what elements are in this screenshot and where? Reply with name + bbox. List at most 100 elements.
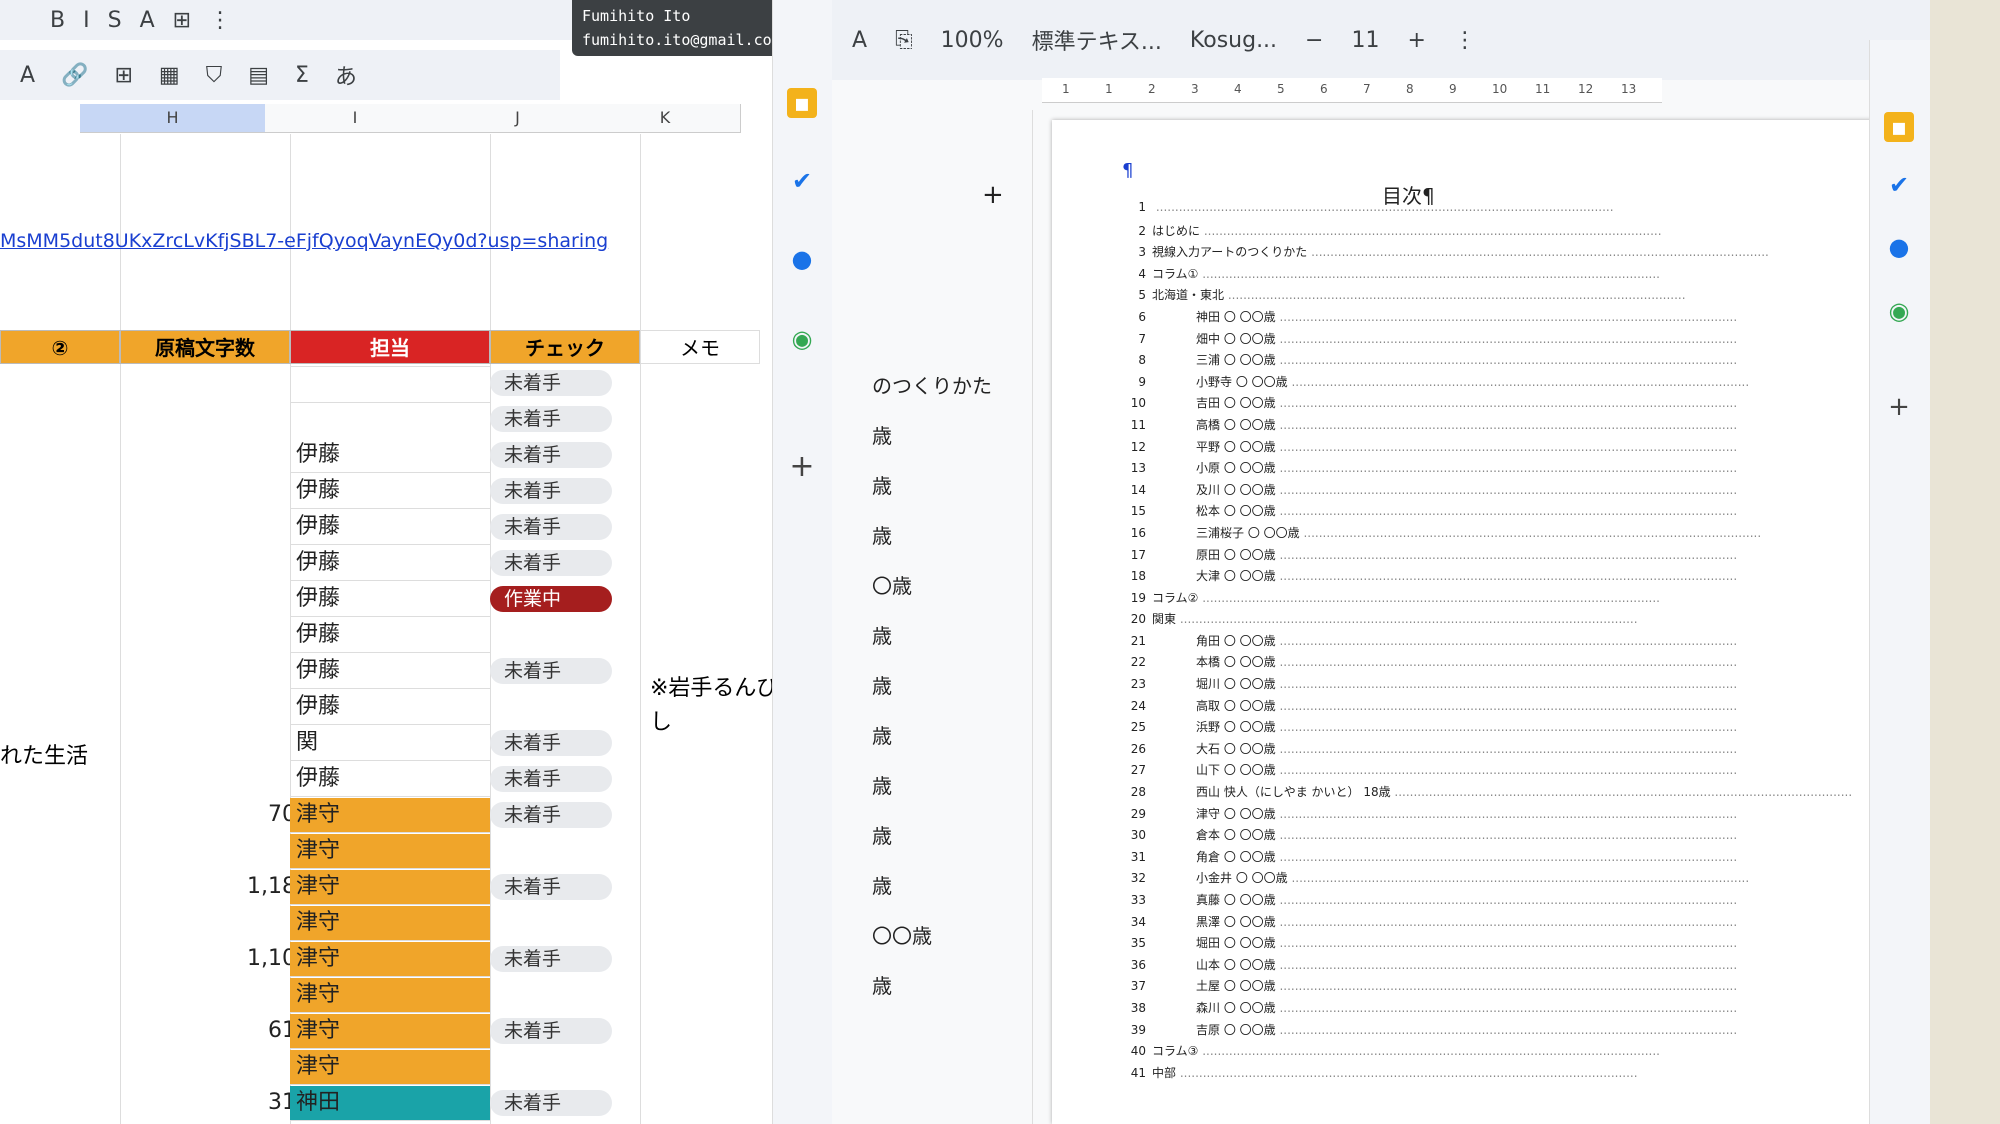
toc-entry[interactable]: 24 高取 〇 〇〇歳 .............................… — [1112, 697, 1872, 719]
docs-tool-8[interactable]: ⋮ — [1454, 28, 1476, 53]
status-dropdown[interactable]: 未着手 — [490, 370, 612, 396]
maps-icon[interactable]: ◉ — [787, 324, 817, 354]
row-owner[interactable]: 神田 — [290, 1086, 490, 1121]
toc-entry[interactable]: 15 松本 〇 〇〇歳 .............................… — [1112, 502, 1872, 524]
row-owner[interactable] — [290, 402, 490, 403]
toc-entry[interactable]: 11 高橋 〇 〇〇歳 .............................… — [1112, 416, 1872, 438]
row-owner[interactable]: 伊藤 — [290, 582, 490, 617]
row-owner[interactable] — [290, 366, 490, 367]
sheets-tool-0[interactable]: B — [50, 8, 65, 33]
status-dropdown[interactable]: 未着手 — [490, 658, 612, 684]
status-dropdown[interactable]: 未着手 — [490, 1018, 612, 1044]
row-chars-value[interactable]: 1,189 — [120, 870, 310, 904]
toc-entry[interactable]: 40 コラム③ .................................… — [1112, 1042, 1872, 1064]
column-header-j[interactable]: J — [445, 104, 591, 133]
contacts-icon[interactable]: ● — [787, 244, 817, 274]
toc-entry[interactable]: 35 堀田 〇 〇〇歳 .............................… — [1112, 934, 1872, 956]
row-owner[interactable]: 津守 — [290, 978, 490, 1013]
row-owner[interactable]: 伊藤 — [290, 438, 490, 473]
row-owner[interactable]: 津守 — [290, 834, 490, 869]
toc-entry[interactable]: 36 山本 〇 〇〇歳 .............................… — [1112, 956, 1872, 978]
toc-entry[interactable]: 25 浜野 〇 〇〇歳 .............................… — [1112, 718, 1872, 740]
outline-item[interactable]: 歳 — [872, 670, 892, 699]
toc-entry[interactable]: 2 はじめに ..................................… — [1112, 222, 1872, 244]
sheets-tool-3[interactable]: A — [140, 8, 155, 33]
column-header-k[interactable]: K — [590, 104, 741, 133]
row-owner[interactable]: 津守 — [290, 906, 490, 941]
toc-entry[interactable]: 5 北海道・東北 ................................… — [1112, 286, 1872, 308]
toc-entry[interactable]: 9 小野寺 〇 〇〇歳 .............................… — [1112, 373, 1872, 395]
status-dropdown[interactable]: 未着手 — [490, 550, 612, 576]
sheets-tool2-3[interactable]: ▦ — [159, 63, 180, 88]
outline-item[interactable]: 歳 — [872, 620, 892, 649]
toc-entry[interactable]: 7 畑中 〇 〇〇歳 ..............................… — [1112, 330, 1872, 352]
status-dropdown[interactable]: 未着手 — [490, 514, 612, 540]
toc-entry[interactable]: 16 三浦桜子 〇 〇〇歳 ...........................… — [1112, 524, 1872, 546]
status-dropdown[interactable]: 作業中 — [490, 586, 612, 612]
docs-tool-2[interactable]: 100% — [941, 28, 1004, 53]
status-dropdown[interactable]: 未着手 — [490, 1090, 612, 1116]
outline-item[interactable]: 〇歳 — [872, 570, 912, 599]
toc-entry[interactable]: 34 黒澤 〇 〇〇歳 .............................… — [1112, 913, 1872, 935]
toc-entry[interactable]: 41 中部 ...................................… — [1112, 1064, 1872, 1086]
toc-entry[interactable]: 10 吉田 〇 〇〇歳 .............................… — [1112, 394, 1872, 416]
status-dropdown[interactable]: 未着手 — [490, 730, 612, 756]
row-owner[interactable]: 津守 — [290, 798, 490, 833]
row-owner[interactable]: 伊藤 — [290, 654, 490, 689]
status-dropdown[interactable]: 未着手 — [490, 766, 612, 792]
status-dropdown[interactable]: 未着手 — [490, 946, 612, 972]
docs-tool-3[interactable]: 標準テキス... — [1032, 24, 1162, 56]
contacts-icon-docs[interactable]: ● — [1884, 232, 1914, 262]
row-owner[interactable]: 津守 — [290, 870, 490, 905]
row-owner[interactable]: 関 — [290, 726, 490, 761]
add-addon-icon-docs[interactable]: + — [1884, 392, 1914, 422]
toc-entry[interactable]: 21 角田 〇 〇〇歳 .............................… — [1112, 632, 1872, 654]
document-page[interactable]: ¶ 目次¶ 1 ................................… — [1052, 120, 1892, 1124]
row-owner[interactable]: 伊藤 — [290, 762, 490, 797]
status-dropdown[interactable]: 未着手 — [490, 442, 612, 468]
sheets-tool2-5[interactable]: ▤ — [248, 63, 269, 88]
toc-entry[interactable]: 1 ......................................… — [1112, 200, 1872, 222]
toc-entry[interactable]: 31 角倉 〇 〇〇歳 .............................… — [1112, 848, 1872, 870]
sheets-tool2-6[interactable]: Σ — [295, 63, 309, 88]
column-header-h[interactable]: H — [80, 104, 266, 133]
outline-item[interactable]: + — [982, 180, 1004, 210]
row-owner[interactable]: 津守 — [290, 1050, 490, 1085]
row-owner[interactable]: 伊藤 — [290, 474, 490, 509]
outline-item[interactable]: 歳 — [872, 820, 892, 849]
row-owner[interactable]: 伊藤 — [290, 546, 490, 581]
row-owner[interactable]: 津守 — [290, 942, 490, 977]
toc-entry[interactable]: 22 本橋 〇 〇〇歳 .............................… — [1112, 653, 1872, 675]
row-owner[interactable]: 伊藤 — [290, 690, 490, 725]
docs-tool-5[interactable]: − — [1305, 28, 1323, 53]
toc-entry[interactable]: 4 コラム① ..................................… — [1112, 265, 1872, 287]
toc-entry[interactable]: 8 三浦 〇 〇〇歳 ..............................… — [1112, 351, 1872, 373]
sheets-tool2-7[interactable]: あ — [335, 59, 357, 91]
sheets-tool-2[interactable]: S — [108, 8, 122, 33]
toc-entry[interactable]: 26 大石 〇 〇〇歳 .............................… — [1112, 740, 1872, 762]
toc-entry[interactable]: 37 土屋 〇 〇〇歳 .............................… — [1112, 977, 1872, 999]
sheets-tool-4[interactable]: ⊞ — [173, 8, 191, 33]
sheets-tool2-2[interactable]: ⊞ — [114, 63, 132, 88]
docs-ruler[interactable]: 1 1 2 3 4 5 6 7 8 9 10 11 12 13 — [1042, 78, 1662, 103]
toc-entry[interactable]: 27 山下 〇 〇〇歳 .............................… — [1112, 761, 1872, 783]
outline-item[interactable]: 歳 — [872, 420, 892, 449]
toc-entry[interactable]: 19 コラム② .................................… — [1112, 589, 1872, 611]
toc-entry[interactable]: 17 原田 〇 〇〇歳 .............................… — [1112, 546, 1872, 568]
sheets-tool-1[interactable]: I — [83, 8, 90, 33]
toc-entry[interactable]: 13 小原 〇 〇〇歳 .............................… — [1112, 459, 1872, 481]
toc-entry[interactable]: 14 及川 〇 〇〇歳 .............................… — [1112, 481, 1872, 503]
tasks-icon-docs[interactable]: ✔ — [1884, 170, 1914, 200]
outline-item[interactable]: のつくりかた — [872, 370, 992, 399]
sheets-tool2-0[interactable]: A — [20, 63, 35, 88]
docs-tool-6[interactable]: 11 — [1351, 28, 1379, 53]
row-chars-value[interactable]: 314 — [120, 1086, 310, 1120]
toc-entry[interactable]: 33 真藤 〇 〇〇歳 .............................… — [1112, 891, 1872, 913]
outline-item[interactable]: 歳 — [872, 870, 892, 899]
toc-entry[interactable]: 20 関東 ...................................… — [1112, 610, 1872, 632]
toc-entry[interactable]: 39 吉原 〇 〇〇歳 .............................… — [1112, 1021, 1872, 1043]
outline-item[interactable]: 歳 — [872, 770, 892, 799]
row-chars-value[interactable]: 707 — [120, 798, 310, 832]
sharing-link[interactable]: MsMM5dut8UKxZrcLvKfjSBL7-eFjfQyoqVaynEQy… — [0, 230, 608, 252]
row-chars-value[interactable]: 613 — [120, 1014, 310, 1048]
